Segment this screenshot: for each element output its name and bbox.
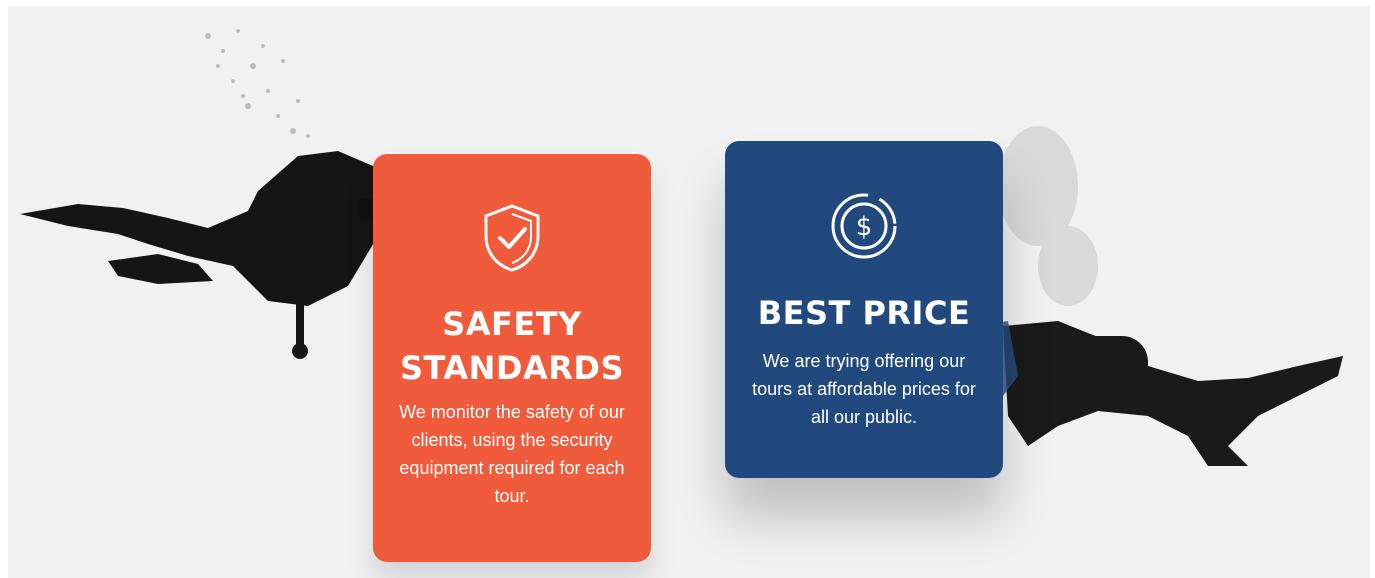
shield-check-icon: [484, 204, 540, 272]
safety-standards-card: SAFETY STANDARDS We monitor the safety o…: [373, 154, 651, 562]
best-price-card: $ BEST PRICE We are trying offering our …: [725, 141, 1003, 478]
dollar-coin-icon: $: [831, 193, 897, 259]
card-title: SAFETY STANDARDS: [373, 302, 651, 390]
diver-right-image: [968, 126, 1343, 466]
card-description: We are trying offering our tours at affo…: [752, 351, 976, 427]
card-title: BEST PRICE: [757, 294, 971, 332]
card-title-line-2: STANDARDS: [399, 349, 624, 387]
features-section: SAFETY STANDARDS We monitor the safety o…: [8, 6, 1370, 578]
card-title-line-1: SAFETY: [442, 305, 582, 343]
card-description: We monitor the safety of our clients, us…: [399, 402, 625, 506]
svg-text:$: $: [856, 212, 873, 242]
